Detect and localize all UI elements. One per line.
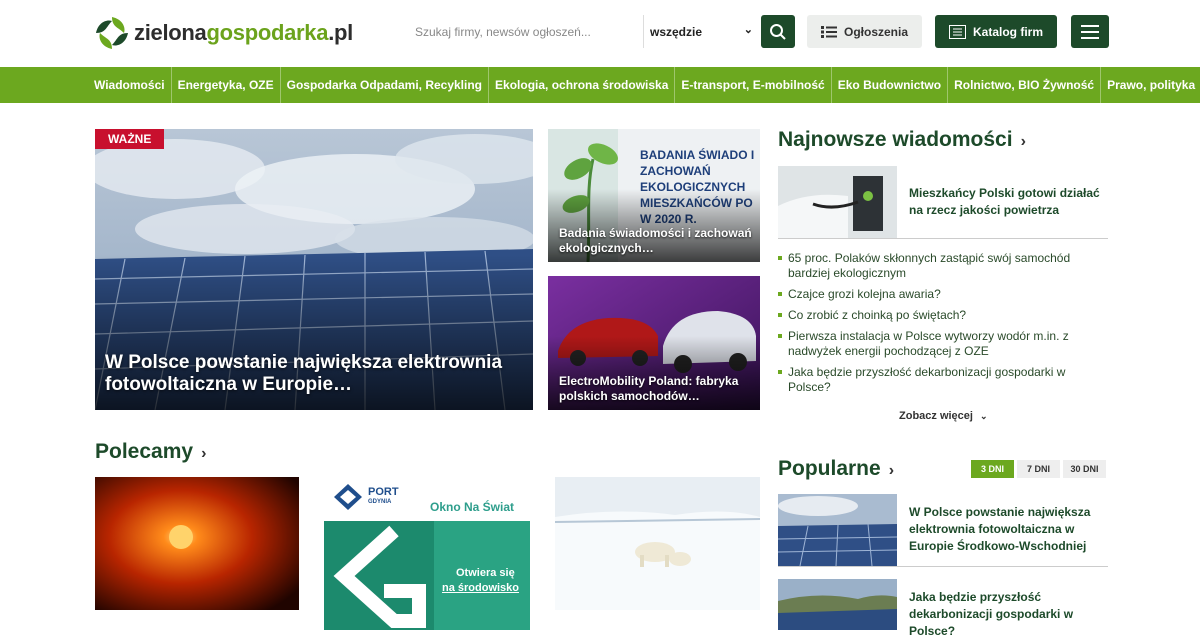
section-heading-text: Popularne (778, 457, 881, 480)
catalog-icon (948, 24, 966, 39)
recommended-card-port-gdynia[interactable]: PORT GDYNIA Okno Na Świat Otwiera się na… (324, 477, 530, 630)
latest-news-heading[interactable]: Najnowsze wiadomości › (778, 128, 1026, 152)
port-logo-icon (334, 484, 362, 510)
port-cta-line1: Otwiera się (456, 567, 515, 579)
search-icon (770, 23, 786, 40)
latest-news-list: 65 proc. Polaków skłonnych zastąpić swój… (778, 251, 1108, 401)
popular-article-title[interactable]: W Polsce powstanie największa elektrowni… (909, 504, 1099, 555)
popular-thumb[interactable] (778, 494, 897, 566)
solar-panels-image (778, 494, 897, 566)
site-name: zielonagospodarka.pl (134, 20, 353, 46)
port-banner: Otwiera się na środowisko (324, 521, 530, 630)
nav-item[interactable]: Wiadomości (88, 67, 172, 103)
polar-bears-image (555, 477, 760, 610)
list-item[interactable]: Jaka będzie przyszłość dekarbonizacji go… (778, 365, 1108, 395)
nav-item[interactable]: Eko Budownictwo (832, 67, 949, 103)
recommended-card-polar-bears[interactable] (555, 477, 760, 610)
port-cta-line2: na środowisko (442, 582, 520, 594)
list-icon (820, 25, 837, 38)
divider (778, 238, 1108, 239)
divider (778, 566, 1108, 567)
site-name-part: gospodarka (206, 20, 329, 45)
chevron-right-icon: › (1020, 133, 1026, 150)
tab-7-days[interactable]: 7 DNI (1017, 460, 1060, 478)
company-catalog-button[interactable]: Katalog firm (935, 15, 1057, 48)
popular-article-title[interactable]: Jaka będzie przyszłość dekarbonizacji go… (909, 589, 1099, 640)
article-title: ElectroMobility Poland: fabryka polskich… (559, 374, 739, 403)
nav-item[interactable]: Ekologia, ochrona środowiska (489, 67, 676, 103)
port-slogan: Okno Na Świat (430, 500, 515, 514)
site-header: zielonagospodarka.pl wszędzie ⌄ Ogłoszen… (0, 0, 1200, 67)
ev-charging-image (778, 166, 897, 238)
nav-item[interactable]: Energetyka, OZE (172, 67, 281, 103)
see-more-label: Zobacz więcej (899, 410, 973, 422)
popular-heading[interactable]: Popularne › (778, 457, 894, 481)
catalog-button-label: Katalog firm (972, 24, 1043, 39)
ads-button[interactable]: Ogłoszenia (807, 15, 922, 48)
search-input[interactable] (405, 15, 645, 48)
menu-button[interactable] (1071, 15, 1109, 48)
chevron-right-icon: › (888, 462, 895, 479)
popular-period-tabs: 3 DNI 7 DNI 30 DNI (971, 460, 1106, 478)
chevron-right-icon: › (201, 445, 207, 462)
search-scope-select[interactable]: wszędzie ⌄ (643, 15, 759, 48)
list-item[interactable]: Pierwsza instalacja w Polsce wytworzy wo… (778, 329, 1108, 359)
recommended-card-sunset[interactable] (95, 477, 299, 610)
important-badge: WAŻNE (95, 129, 165, 149)
solar-farm-image (778, 579, 897, 630)
latest-news-lead[interactable]: Mieszkańcy Polski gotowi działać na rzec… (909, 185, 1104, 219)
nav-item[interactable]: Gospodarka Odpadami, Recykling (281, 67, 490, 103)
recommended-heading[interactable]: Polecamy › (95, 440, 206, 464)
list-item[interactable]: 65 proc. Polaków skłonnych zastąpić swój… (778, 251, 1108, 281)
section-heading-text: Polecamy (95, 440, 194, 463)
nav-item[interactable]: Prawo, polityka (1101, 67, 1200, 103)
hero-article[interactable]: WAŻNE W Polsce powstanie największa elek… (95, 129, 533, 410)
article-card-survey[interactable]: BADANIA ŚWIADO I ZACHOWAŃ EKOLOGICZNYCH … (548, 129, 760, 262)
popular-thumb[interactable] (778, 579, 897, 630)
hamburger-icon (1081, 24, 1099, 39)
site-name-part: .pl (328, 20, 353, 45)
site-name-part: zielona (134, 20, 207, 45)
section-heading-text: Najnowsze wiadomości (778, 128, 1013, 151)
latest-news-thumb[interactable] (778, 166, 897, 238)
list-item[interactable]: Co zrobić z choinką po świętach? (778, 308, 1108, 323)
nav-item[interactable]: E-transport, E-mobilność (675, 67, 832, 103)
list-item[interactable]: Czajce grozi kolejna awaria? (778, 287, 1108, 302)
port-name: PORT (368, 486, 399, 498)
port-subname: GDYNIA (368, 499, 392, 505)
leaf-logo-icon (95, 16, 129, 50)
article-title: Badania świadomości i zachowań ekologicz… (559, 226, 752, 255)
sunset-image (95, 477, 299, 610)
nav-item[interactable]: Rolnictwo, BIO Żywność (948, 67, 1102, 103)
see-more-link[interactable]: Zobacz więcej ⌄ (899, 410, 988, 422)
tab-30-days[interactable]: 30 DNI (1063, 460, 1106, 478)
chevron-down-icon: ⌄ (980, 411, 988, 421)
search-scope-value: wszędzie (650, 24, 703, 39)
article-card-electromobility[interactable]: ElectroMobility Poland: fabryka polskich… (548, 276, 760, 410)
site-logo[interactable]: zielonagospodarka.pl (94, 15, 353, 51)
search-button[interactable] (761, 15, 795, 48)
hero-title: W Polsce powstanie największa elektrowni… (105, 352, 503, 395)
chevron-down-icon: ⌄ (743, 24, 753, 36)
tab-3-days[interactable]: 3 DNI (971, 460, 1014, 478)
ads-button-label: Ogłoszenia (843, 24, 908, 39)
main-nav: Wiadomości Energetyka, OZE Gospodarka Od… (0, 67, 1200, 103)
